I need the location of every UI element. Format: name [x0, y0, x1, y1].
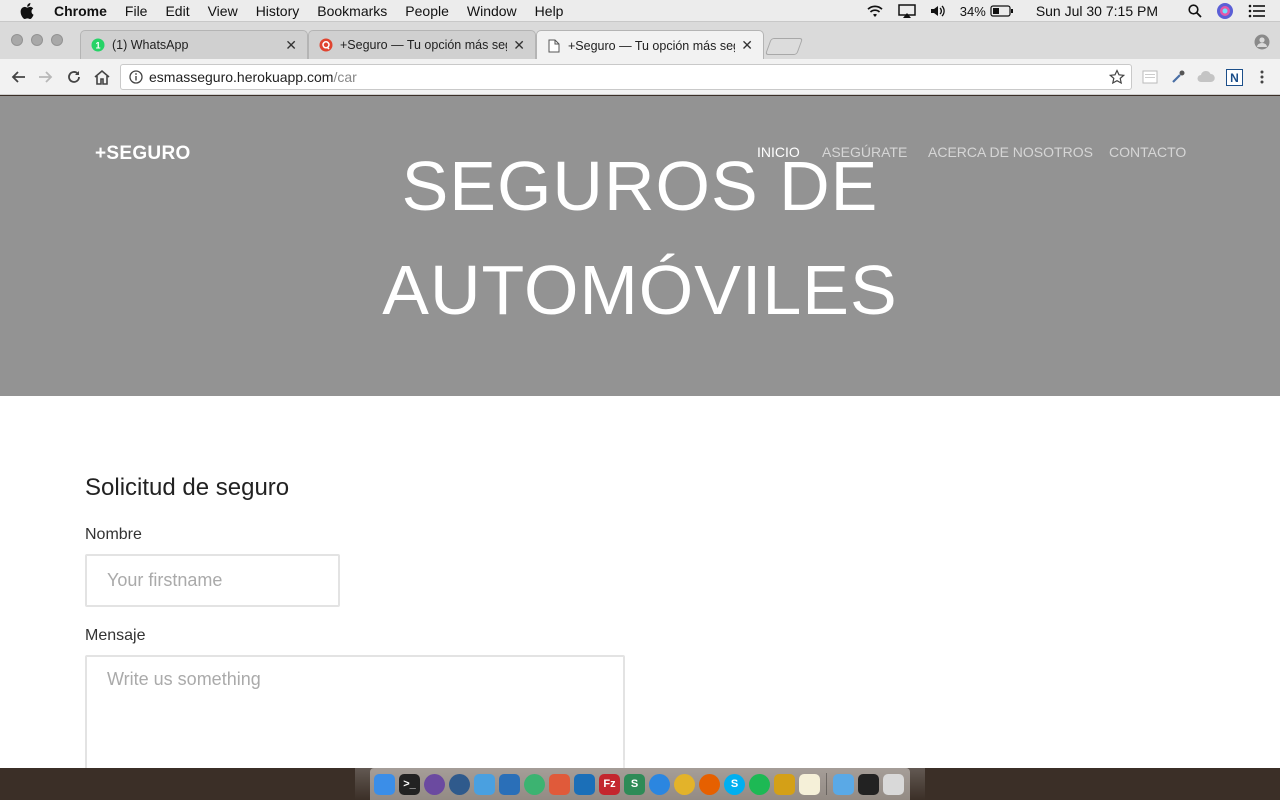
menu-window[interactable]: Window: [467, 3, 517, 19]
xcode-icon[interactable]: [474, 773, 495, 795]
forward-button[interactable]: [36, 67, 56, 87]
atom-icon[interactable]: [524, 773, 545, 795]
site-info-icon[interactable]: [129, 70, 143, 84]
hero-banner: SEGUROS DE AUTOMÓVILES +SEGURO INICIO AS…: [0, 96, 1280, 396]
close-window-button[interactable]: [11, 34, 23, 46]
home-button[interactable]: [92, 67, 112, 87]
siri-icon[interactable]: [1216, 2, 1234, 20]
new-tab-button[interactable]: [764, 38, 804, 55]
tab-strip: 1 (1) WhatsApp ✕ +Seguro — Tu opción más…: [0, 22, 1280, 60]
filezilla-icon[interactable]: Fz: [599, 773, 620, 795]
site-logo[interactable]: +SEGURO: [95, 143, 191, 165]
nav-link-acerca[interactable]: ACERCA DE NOSOTROS: [928, 144, 1093, 160]
address-bar[interactable]: esmasseguro.herokuapp.com/car: [120, 64, 1132, 90]
dock: >_ Fz S S: [370, 768, 910, 800]
tab-title: (1) WhatsApp: [112, 38, 189, 52]
name-label: Nombre: [85, 526, 142, 543]
web-page: SEGUROS DE AUTOMÓVILES +SEGURO INICIO AS…: [0, 96, 1280, 768]
zoom-window-button[interactable]: [51, 34, 63, 46]
menu-bookmarks[interactable]: Bookmarks: [317, 3, 387, 19]
trash-icon[interactable]: [883, 773, 904, 795]
downloads-folder-icon[interactable]: [833, 773, 854, 795]
hero-title: SEGUROS DE AUTOMÓVILES: [0, 134, 1280, 342]
sourcetree-icon[interactable]: [449, 773, 470, 795]
hero-title-line-2: AUTOMÓVILES: [382, 251, 898, 329]
back-button[interactable]: [8, 67, 28, 87]
tab-seguro-2-active[interactable]: +Seguro — Tu opción más seg ✕: [536, 30, 764, 60]
menu-people[interactable]: People: [405, 3, 449, 19]
menu-view[interactable]: View: [208, 3, 238, 19]
postman-icon[interactable]: [549, 773, 570, 795]
terminal-icon[interactable]: >_: [399, 773, 420, 795]
quora-icon: [319, 38, 333, 52]
spotify-icon[interactable]: [749, 773, 770, 795]
whatsapp-icon: 1: [91, 38, 105, 52]
finder-icon[interactable]: [374, 773, 395, 795]
volume-icon[interactable]: [930, 4, 946, 18]
airplay-icon[interactable]: [898, 4, 916, 18]
svg-text:N: N: [1230, 71, 1239, 85]
sheets-icon[interactable]: S: [624, 773, 645, 795]
close-tab-icon[interactable]: ✕: [285, 37, 297, 54]
notes-icon[interactable]: [799, 773, 820, 795]
url-host: esmasseguro.herokuapp.com: [149, 69, 334, 85]
menu-history[interactable]: History: [256, 3, 300, 19]
chrome-menu-icon[interactable]: [1253, 68, 1271, 86]
vscode-icon[interactable]: [499, 773, 520, 795]
n-extension-icon[interactable]: N: [1225, 68, 1243, 86]
menu-app-name[interactable]: Chrome: [54, 3, 107, 19]
url-path: /car: [333, 69, 357, 85]
bookmark-star-icon[interactable]: [1108, 69, 1126, 88]
clock[interactable]: Sun Jul 30 7:15 PM: [1036, 3, 1158, 19]
notification-center-icon[interactable]: [1248, 4, 1266, 18]
tab-whatsapp[interactable]: 1 (1) WhatsApp ✕: [80, 30, 308, 59]
message-label: Mensaje: [85, 627, 146, 644]
name-input[interactable]: [85, 554, 340, 607]
terminal-window-icon[interactable]: [858, 773, 879, 795]
cloud-extension-icon[interactable]: [1197, 68, 1215, 86]
apple-menu-icon[interactable]: [20, 2, 38, 19]
eyedropper-extension-icon[interactable]: [1169, 68, 1187, 86]
battery-percent: 34%: [959, 3, 986, 19]
spotlight-search-icon[interactable]: [1188, 4, 1202, 18]
macos-menubar: Chrome File Edit View History Bookmarks …: [0, 0, 1280, 22]
extension-page-icon[interactable]: [1141, 68, 1159, 86]
close-tab-icon[interactable]: ✕: [741, 37, 753, 54]
svg-text:1: 1: [95, 41, 100, 51]
tab-title: +Seguro — Tu opción más seg: [340, 38, 508, 52]
menu-file[interactable]: File: [125, 3, 148, 19]
skype-icon[interactable]: S: [724, 773, 745, 795]
nav-link-contacto[interactable]: CONTACTO: [1109, 144, 1186, 160]
wifi-icon[interactable]: [866, 4, 884, 18]
reload-button[interactable]: [64, 67, 84, 87]
browser-toolbar: esmasseguro.herokuapp.com/car N: [0, 59, 1280, 95]
bamboo-icon[interactable]: [774, 773, 795, 795]
sequel-pro-icon[interactable]: [574, 773, 595, 795]
safari-icon[interactable]: [649, 773, 670, 795]
battery-icon[interactable]: [990, 5, 1014, 17]
minimize-window-button[interactable]: [31, 34, 43, 46]
close-tab-icon[interactable]: ✕: [513, 37, 525, 54]
profile-icon[interactable]: [1254, 34, 1270, 55]
dock-separator: [826, 773, 827, 795]
message-textarea[interactable]: [85, 655, 625, 768]
nav-link-asegurate[interactable]: ASEGÚRATE: [822, 144, 907, 160]
tab-title: +Seguro — Tu opción más seg: [568, 38, 736, 53]
github-icon[interactable]: [424, 773, 445, 795]
page-icon: [547, 39, 561, 53]
window-controls: [11, 34, 63, 46]
form-title: Solicitud de seguro: [85, 474, 290, 501]
menu-help[interactable]: Help: [535, 3, 564, 19]
firefox-icon[interactable]: [699, 773, 720, 795]
tab-seguro-1[interactable]: +Seguro — Tu opción más seg ✕: [308, 30, 536, 59]
nav-link-inicio[interactable]: INICIO: [757, 144, 800, 160]
menu-edit[interactable]: Edit: [165, 3, 189, 19]
chrome-icon[interactable]: [674, 773, 695, 795]
